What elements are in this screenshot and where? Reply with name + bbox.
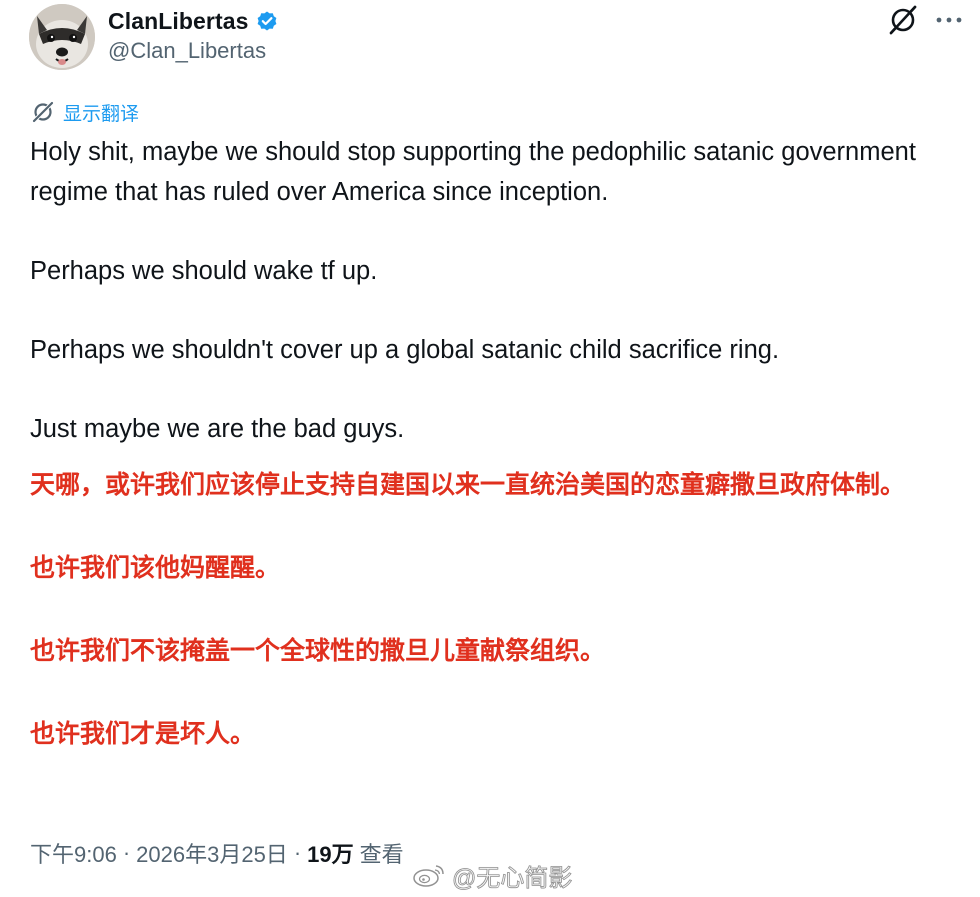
display-name[interactable]: ClanLibertas [108, 8, 249, 35]
tweet-time[interactable]: 下午9:06 [30, 837, 117, 869]
tweet-paragraph: Perhaps we should wake tf up. [30, 256, 378, 285]
show-translation-label[interactable]: 显示翻译 [63, 99, 139, 126]
views-count[interactable]: 19万 [307, 837, 353, 869]
raccoon-avatar-icon [29, 4, 95, 70]
verified-badge-icon [255, 9, 279, 33]
meta-separator: · [122, 840, 131, 865]
watermark-text: @无心简影 [452, 864, 573, 892]
grok-icon[interactable] [887, 4, 919, 36]
weibo-watermark: @无心简影 [412, 858, 573, 892]
views-label[interactable]: 查看 [360, 837, 404, 869]
author-handle[interactable]: @Clan_Libertas [108, 38, 266, 64]
translation-paragraph: 天哪，或许我们应该停止支持自建国以来一直统治美国的恋童癖撒旦政府体制。 [30, 471, 906, 499]
author-name-row[interactable]: ClanLibertas [108, 6, 279, 36]
tweet-meta: 下午9:06 · 2026年3月25日 · 19万 查看 [30, 838, 404, 868]
tweet-paragraph: Holy shit, maybe we should stop supporti… [30, 138, 916, 206]
translation-paragraph: 也许我们不该掩盖一个全球性的撒旦儿童献祭组织。 [30, 637, 606, 665]
meta-separator: · [293, 840, 302, 865]
tweet-paragraph: Perhaps we shouldn't cover up a global s… [30, 335, 780, 364]
more-horizontal-icon[interactable] [935, 12, 963, 28]
translation-paragraph: 也许我们该他妈醒醒。 [30, 554, 281, 582]
translation-overlay-text: 天哪，或许我们应该停止支持自建国以来一直统治美国的恋童癖撒旦政府体制。 也许我们… [30, 465, 965, 754]
weibo-icon [413, 865, 444, 887]
tweet-date[interactable]: 2026年3月25日 [136, 837, 288, 869]
show-translation-button[interactable]: 显示翻译 [31, 98, 139, 126]
tweet-text: Holy shit, maybe we should stop supporti… [30, 133, 960, 449]
avatar[interactable] [29, 4, 95, 70]
translation-paragraph: 也许我们才是坏人。 [30, 720, 256, 748]
tweet-paragraph: Just maybe we are the bad guys. [30, 414, 405, 443]
grok-small-icon [32, 101, 54, 123]
